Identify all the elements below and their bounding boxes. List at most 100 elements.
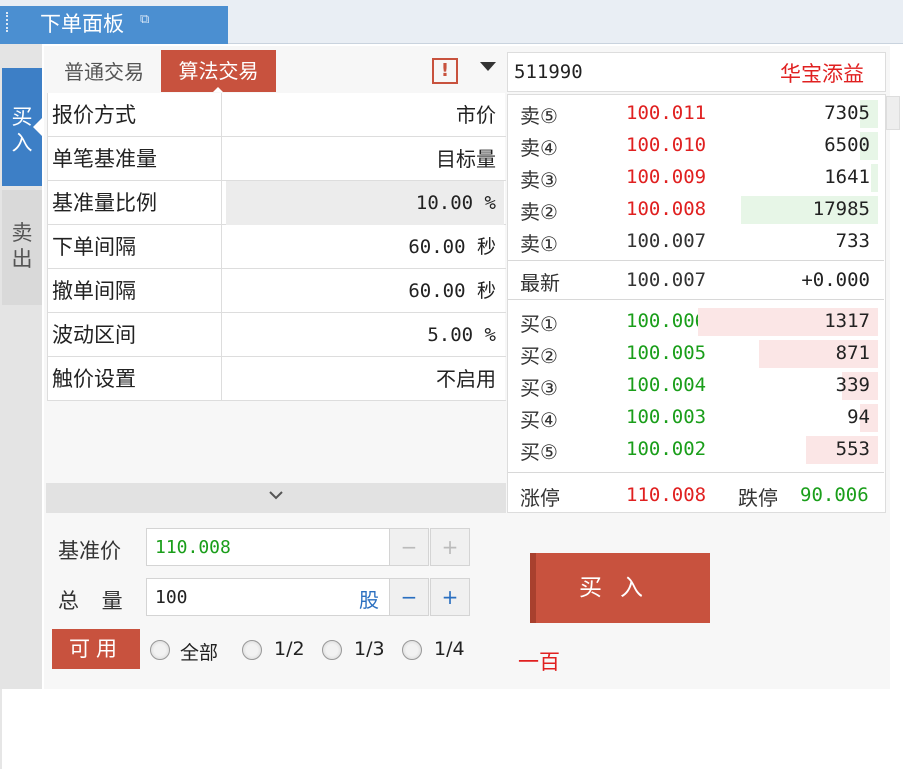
quantity-label: 总 量	[58, 589, 131, 613]
bid-volume: 871	[835, 342, 870, 364]
warning-icon[interactable]: !	[432, 58, 458, 84]
bid-price[interactable]: 100.006	[626, 310, 706, 332]
ask-volume: 733	[835, 230, 870, 252]
base-price-input[interactable]: 110.008	[146, 528, 390, 566]
param-value[interactable]: 市价	[226, 93, 504, 137]
bottom-blank-area	[0, 689, 903, 769]
quantity-value: 100	[155, 587, 188, 608]
bid-row[interactable]: 买④ 100.003 94	[508, 402, 884, 434]
param-row[interactable]: 触价设置 不启用	[48, 357, 506, 401]
limit-row: 涨停 110.008 跌停 90.006	[508, 480, 884, 512]
param-name: 报价方式	[52, 93, 222, 137]
radio-quarter[interactable]	[402, 640, 422, 660]
bid-row[interactable]: 买⑤ 100.002 553	[508, 434, 884, 466]
radio-third[interactable]	[322, 640, 342, 660]
bid-level-label: 买④	[520, 408, 558, 432]
limit-down-label: 跌停	[738, 486, 778, 510]
limit-up-label: 涨停	[520, 486, 560, 510]
param-value[interactable]: 目标量	[226, 137, 504, 181]
param-row[interactable]: 撤单间隔 60.00 秒	[48, 269, 506, 313]
ask-volume: 7305	[824, 102, 870, 124]
param-row[interactable]: 波动区间 5.00 %	[48, 313, 506, 357]
ask-level-label: 卖④	[520, 136, 558, 160]
active-tab-arrow-icon	[33, 118, 42, 136]
param-row[interactable]: 单笔基准量 目标量	[48, 137, 506, 181]
quantity-unit: 股	[359, 588, 379, 612]
chevron-down-icon[interactable]	[268, 486, 284, 505]
ask-price[interactable]: 100.010	[626, 134, 706, 156]
param-name: 下单间隔	[52, 225, 222, 269]
last-price-label: 最新	[520, 271, 560, 295]
side-tab-sell[interactable]: 卖出	[2, 190, 42, 305]
bid-volume: 339	[835, 374, 870, 396]
ask-price[interactable]: 100.007	[626, 230, 706, 252]
ask-level-label: 卖①	[520, 232, 558, 256]
ask-volume: 1641	[824, 166, 870, 188]
dropdown-arrow-icon[interactable]	[480, 62, 496, 71]
side-tab-buy-label: 买入	[11, 105, 33, 155]
ask-row[interactable]: 卖① 100.007 733	[508, 226, 884, 258]
param-name: 基准量比例	[52, 181, 222, 225]
radio-half[interactable]	[242, 640, 262, 660]
ask-row[interactable]: 卖⑤ 100.011 7305	[508, 98, 884, 130]
drag-grip-icon[interactable]	[6, 12, 12, 32]
buy-button[interactable]: 买入	[530, 553, 710, 623]
ask-row[interactable]: 卖③ 100.009 1641	[508, 162, 884, 194]
bid-row[interactable]: 买③ 100.004 339	[508, 370, 884, 402]
bid-row[interactable]: 买① 100.006 1317	[508, 306, 884, 338]
bid-price[interactable]: 100.004	[626, 374, 706, 396]
stock-name: 华宝添益	[780, 62, 864, 86]
side-tab-sell-label: 卖出	[11, 221, 33, 271]
bid-price[interactable]: 100.002	[626, 438, 706, 460]
base-price-plus-button[interactable]: +	[430, 528, 470, 566]
param-value[interactable]: 60.00 秒	[226, 269, 504, 313]
order-book-divider	[508, 260, 884, 261]
algo-params-table: 报价方式 市价 单笔基准量 目标量 基准量比例 10.00 % 下单间隔 60.…	[47, 93, 506, 401]
radio-half-label[interactable]: 1/2	[274, 638, 305, 660]
ask-row[interactable]: 卖② 100.008 17985	[508, 194, 884, 226]
quote-scrollbar[interactable]	[886, 96, 900, 130]
ask-price[interactable]: 100.008	[626, 198, 706, 220]
quantity-plus-button[interactable]: +	[430, 578, 470, 616]
window-title: 下单面板	[40, 12, 124, 36]
param-name: 触价设置	[52, 357, 222, 401]
param-name: 单笔基准量	[52, 137, 222, 181]
param-value[interactable]: 10.00 %	[226, 181, 504, 225]
available-button[interactable]: 可用	[52, 629, 140, 669]
tab-algo-trade[interactable]: 算法交易	[161, 50, 276, 92]
limit-up-price[interactable]: 110.008	[626, 484, 706, 506]
param-value[interactable]: 5.00 %	[226, 313, 504, 357]
param-row[interactable]: 基准量比例 10.00 %	[48, 181, 506, 225]
param-row[interactable]: 下单间隔 60.00 秒	[48, 225, 506, 269]
param-value[interactable]: 60.00 秒	[226, 225, 504, 269]
bid-level-label: 买③	[520, 376, 558, 400]
radio-quarter-label[interactable]: 1/4	[434, 638, 465, 660]
param-row[interactable]: 报价方式 市价	[48, 93, 506, 137]
stock-code[interactable]: 511990	[514, 61, 583, 83]
base-price-minus-button[interactable]: −	[389, 528, 429, 566]
quantity-input[interactable]: 100 股	[146, 578, 390, 616]
radio-all[interactable]	[150, 640, 170, 660]
bid-volume: 1317	[824, 310, 870, 332]
quantity-minus-button[interactable]: −	[389, 578, 429, 616]
tab-normal-trade[interactable]: 普通交易	[48, 53, 160, 91]
bid-price[interactable]: 100.005	[626, 342, 706, 364]
bid-row[interactable]: 买② 100.005 871	[508, 338, 884, 370]
radio-all-label[interactable]: 全部	[180, 638, 218, 665]
last-price-row[interactable]: 最新 100.007 +0.000	[508, 265, 884, 297]
ask-volume: 17985	[812, 198, 870, 220]
limit-down-price[interactable]: 90.006	[800, 484, 869, 506]
radio-third-label[interactable]: 1/3	[354, 638, 385, 660]
float-window-icon[interactable]: ⧉	[140, 12, 149, 27]
param-value[interactable]: 不启用	[226, 357, 504, 401]
bid-level-label: 买②	[520, 344, 558, 368]
ask-row[interactable]: 卖④ 100.010 6500	[508, 130, 884, 162]
ask-price[interactable]: 100.009	[626, 166, 706, 188]
bid-price[interactable]: 100.003	[626, 406, 706, 428]
last-price[interactable]: 100.007	[626, 269, 706, 291]
ask-volume: 6500	[824, 134, 870, 156]
ask-level-label: 卖②	[520, 200, 558, 224]
ask-price[interactable]: 100.011	[626, 102, 706, 124]
param-name: 撤单间隔	[52, 269, 222, 313]
ask-volume-bar	[871, 164, 878, 192]
